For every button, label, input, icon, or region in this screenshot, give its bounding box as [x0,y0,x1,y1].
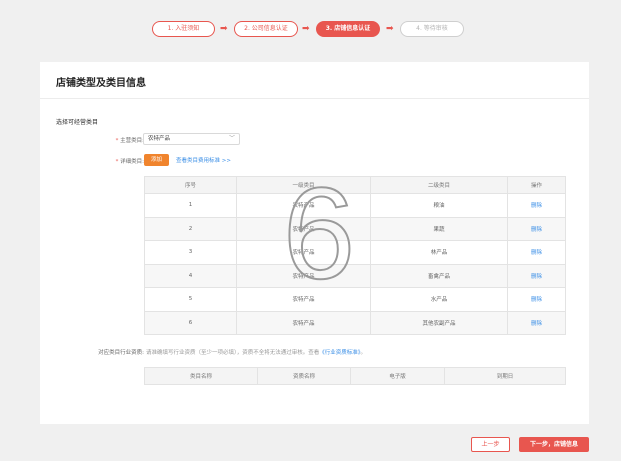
title-divider [40,98,589,99]
industry-cert-label: 对应类目行业资质: [98,350,144,356]
page-title: 店铺类型及类目信息 [56,78,146,89]
delete-link[interactable]: 删除 [507,263,566,288]
cert-note-text: 请准确填写行业资质（至少一项必填），资质不全将无法通过审核。查看 [146,350,320,356]
cell-no: 3 [144,240,237,265]
step-1-notice[interactable]: 1. 入驻须知 [152,21,215,37]
chevron-down-icon: ﹀ [228,135,235,142]
col-header-op: 操作 [507,176,566,194]
table-row: 5 农特产品 水产品 删除 [144,287,566,312]
delete-link[interactable]: 删除 [507,240,566,265]
table-row: 4 农特产品 畜禽产品 删除 [144,263,566,288]
table-row: 3 农特产品 林产品 删除 [144,240,566,265]
delete-link[interactable]: 删除 [507,310,566,335]
col-header-level1: 一级类目 [236,176,371,194]
col-header-expiry: 到期日 [444,367,566,385]
cell-level1: 农特产品 [236,216,371,241]
cell-level1: 农特产品 [236,310,371,335]
detail-category-label: * 详细类目: [115,159,144,165]
col-header-level2: 二级类目 [370,176,508,194]
table-row: 2 农特产品 果蔬 删除 [144,216,566,241]
step-2-company-info[interactable]: 2. 公司信息认证 [234,21,298,37]
arrow-right-icon: ➡ [386,24,394,34]
cell-no: 2 [144,216,237,241]
add-category-button[interactable]: 添加 [144,154,169,166]
step-3-store-info[interactable]: 3. 店铺信息认证 [316,21,380,37]
table-header-row: 序号 一级类目 二级类目 操作 [144,176,566,194]
cert-note-end: 。 [360,350,367,356]
section-title: 选择可经营类目 [56,119,99,126]
col-header-cert-name: 资质名称 [257,367,351,385]
category-table: 序号 一级类目 二级类目 操作 1 农特产品 粮油 删除 2 农特产品 果蔬 删… [144,176,566,335]
delete-link[interactable]: 删除 [507,216,566,241]
cell-level2: 粮油 [370,193,508,218]
table-row: 6 农特产品 其他农副产品 删除 [144,310,566,335]
arrow-right-icon: ➡ [220,24,228,34]
col-header-category-name: 类目名称 [144,367,258,385]
main-category-select[interactable]: 农特产品 ﹀ [143,133,240,145]
main-category-label: * 主营类目: [115,138,144,144]
col-header-electronic: 电子版 [350,367,445,385]
step-4-waiting-review: 4. 等待审核 [400,21,464,37]
cell-level1: 农特产品 [236,193,371,218]
industry-cert-note: 请准确填写行业资质（至少一项必填），资质不全将无法通过审核。查看《行业资质标准》… [146,348,366,356]
fee-standard-link[interactable]: 查看类目费用标准 >> [176,156,231,164]
arrow-right-icon: ➡ [302,24,310,34]
main-category-value: 农特产品 [148,136,171,142]
progress-stepper: 1. 入驻须知 ➡ 2. 公司信息认证 ➡ 3. 店铺信息认证 ➡ 4. 等待审… [0,21,621,37]
industry-cert-table: 类目名称 资质名称 电子版 到期日 [144,367,566,385]
cell-level1: 农特产品 [236,240,371,265]
cell-level2: 水产品 [370,287,508,312]
cell-no: 5 [144,287,237,312]
cell-no: 4 [144,263,237,288]
next-step-button[interactable]: 下一步，店铺信息 [519,437,589,452]
prev-step-button[interactable]: 上一步 [471,437,510,452]
table-row: 1 农特产品 粮油 删除 [144,193,566,218]
cell-level2: 果蔬 [370,216,508,241]
delete-link[interactable]: 删除 [507,287,566,312]
cell-level2: 其他农副产品 [370,310,508,335]
table-header-row: 类目名称 资质名称 电子版 到期日 [144,367,566,385]
cell-level1: 农特产品 [236,263,371,288]
store-category-card: 店铺类型及类目信息 选择可经营类目 * 主营类目: 农特产品 ﹀ * 详细类目:… [40,62,589,424]
cell-no: 1 [144,193,237,218]
col-header-no: 序号 [144,176,237,194]
delete-link[interactable]: 删除 [507,193,566,218]
cell-level1: 农特产品 [236,287,371,312]
cell-level2: 畜禽产品 [370,263,508,288]
cell-no: 6 [144,310,237,335]
industry-cert-standard-link[interactable]: 《行业资质标准》 [319,350,360,356]
cell-level2: 林产品 [370,240,508,265]
